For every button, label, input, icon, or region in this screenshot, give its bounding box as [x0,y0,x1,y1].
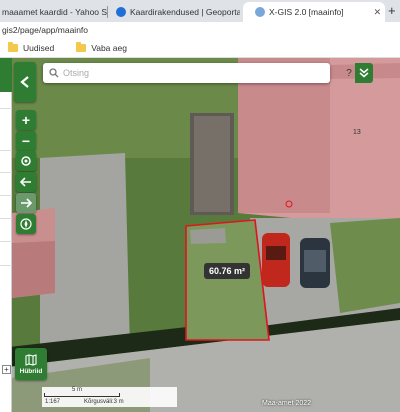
browser-tab-active[interactable]: X-GIS 2.0 [maainfo] ✕ [243,2,385,22]
compass-icon [20,218,32,230]
map-canvas[interactable]: 13 [0,58,400,412]
bookmarks-bar: Uudised Vaba aeg [0,38,400,58]
aerial-imagery: 13 [0,58,400,412]
search-bar: ? [43,63,373,83]
crosshair-icon [21,156,31,166]
new-tab-button[interactable]: + [388,3,396,18]
scale-distance: 5 m [72,387,83,393]
layers-panel-icon[interactable] [0,58,12,92]
area-measurement-label: 60.76 m² [204,263,251,279]
geoportal-favicon-icon [116,7,126,17]
bookmark-folder[interactable]: Vaba aeg [76,41,127,53]
hybrid-label: Hübriid [19,367,43,375]
scale-bar: 5 m 1:167 Kõrgusväli:3 m [42,387,177,407]
bookmark-label: Uudised [23,42,55,53]
arrow-left-icon [20,177,31,187]
address-bar[interactable]: gis2/page/app/maainfo [0,22,400,38]
map-icon [25,353,37,366]
close-icon[interactable]: ✕ [374,7,382,18]
expand-search-button[interactable] [355,63,373,83]
browser-tab-bar: maaamet kaardid - Yahoo Search ✕ Kaardir… [0,0,400,22]
folder-icon [8,41,18,52]
chevron-left-icon [20,76,29,88]
hybrid-layer-button[interactable]: Hübriid [15,348,47,380]
zoom-out-button[interactable]: − [16,131,36,151]
zoom-in-button[interactable]: + [16,110,36,130]
side-panel-strip [0,58,12,412]
browser-tab[interactable]: maaamet kaardid - Yahoo Search ✕ [0,2,108,22]
bookmark-folder[interactable]: Uudised [8,41,55,53]
expand-toggle[interactable]: + [2,365,11,374]
back-button[interactable] [16,172,36,192]
help-button[interactable]: ? [343,63,355,83]
search-input[interactable] [63,68,293,78]
scale-ratio: 1:167 [45,399,61,405]
tab-title: maaamet kaardid - Yahoo Search [2,7,108,17]
copyright-text: Maa-amet 2022 [262,400,312,407]
grid-label: Kõrgusväli:3 m [84,399,124,405]
folder-icon [76,41,87,52]
xgis-favicon-icon [255,7,265,17]
browser-tab[interactable]: Kaardirakendused | Geoportaal | ✕ [112,2,240,22]
tab-separator [107,6,108,18]
scale-ruler [44,393,120,397]
tab-title: X-GIS 2.0 [maainfo] [269,7,344,17]
forward-button[interactable] [16,193,36,213]
compass-button[interactable] [16,214,36,234]
search-icon [49,68,59,78]
bookmark-label: Vaba aeg [91,42,127,53]
tab-title: Kaardirakendused | Geoportaal | [130,7,240,17]
locate-button[interactable] [16,151,36,171]
arrow-right-icon [21,198,32,208]
double-chevron-down-icon [359,68,369,78]
collapse-panel-button[interactable] [14,62,36,102]
house-number: 13 [353,129,361,136]
